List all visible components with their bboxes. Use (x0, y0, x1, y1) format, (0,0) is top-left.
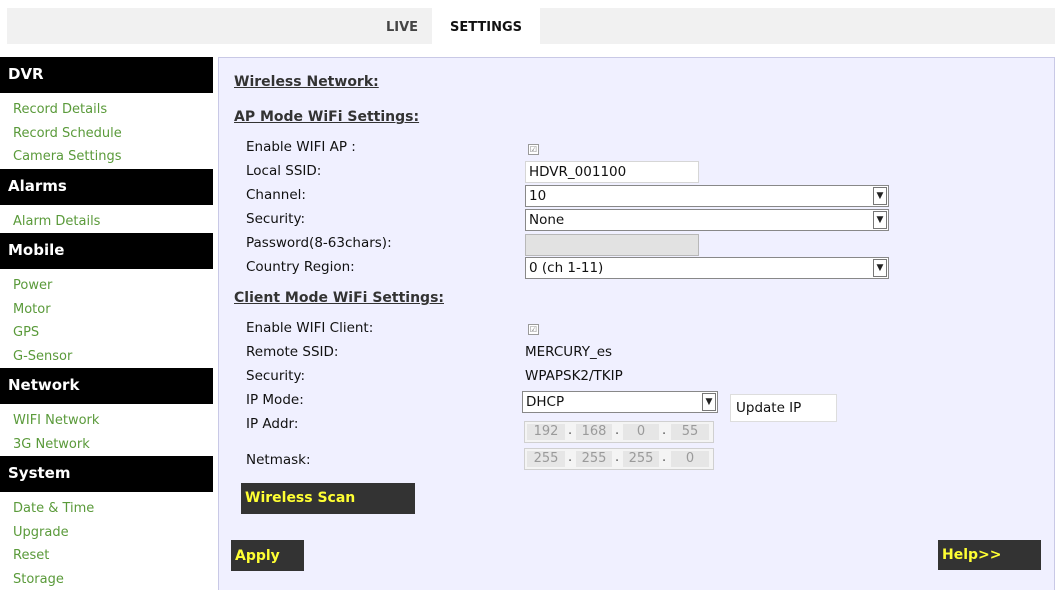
sidebar-section-mobile: Mobile (0, 233, 213, 269)
sidebar-section-dvr: DVR (0, 57, 213, 93)
ip-octet-1[interactable]: 192 (527, 424, 565, 440)
netmask-octet-4[interactable]: 0 (671, 451, 709, 467)
netmask-octet-1[interactable]: 255 (527, 451, 565, 467)
sidebar-section-alarms: Alarms (0, 168, 213, 205)
ip-dot: . (662, 423, 667, 438)
remote-ssid-label: Remote SSID: (246, 344, 339, 360)
sidebar-section-system: System (0, 456, 213, 492)
netmask-label: Netmask: (246, 452, 311, 468)
tab-settings[interactable]: SETTINGS (432, 8, 540, 44)
local-ssid-input[interactable]: HDVR_001100 (525, 161, 699, 183)
ip-dot: . (568, 423, 573, 438)
client-security-label: Security: (246, 368, 306, 384)
client-security-value: WPAPSK2/TKIP (525, 368, 623, 384)
help-button[interactable]: Help>> (938, 540, 1041, 570)
sidebar: DVR Record Details Record Schedule Camer… (0, 57, 213, 590)
netmask-octet-3[interactable]: 255 (623, 451, 659, 467)
netmask-octet-2[interactable]: 255 (576, 451, 612, 467)
ip-dot: . (615, 423, 620, 438)
sidebar-item-gps[interactable]: GPS (0, 321, 213, 345)
enable-wifi-client-label: Enable WIFI Client: (246, 320, 374, 336)
wireless-scan-button[interactable]: Wireless Scan (241, 483, 415, 514)
enable-wifi-ap-checkbox[interactable]: ☑ (528, 144, 539, 155)
ip-octet-2[interactable]: 168 (576, 424, 612, 440)
sidebar-item-date-time[interactable]: Date & Time (0, 497, 213, 521)
client-mode-heading: Client Mode WiFi Settings: (234, 290, 444, 306)
ap-mode-heading: AP Mode WiFi Settings: (234, 109, 420, 125)
country-region-select-value: 0 (ch 1-11) (529, 260, 604, 276)
check-icon: ☑ (529, 325, 538, 334)
channel-select-value: 10 (529, 188, 547, 204)
ip-mode-select-value: DHCP (526, 394, 565, 410)
local-ssid-label: Local SSID: (246, 163, 322, 179)
chevron-down-icon[interactable]: ▼ (873, 211, 887, 229)
chevron-down-icon[interactable]: ▼ (873, 259, 887, 277)
password-label: Password(8-63chars): (246, 235, 392, 251)
country-region-select[interactable]: 0 (ch 1-11) ▼ (525, 257, 889, 279)
tab-live[interactable]: LIVE (372, 8, 432, 44)
country-region-label: Country Region: (246, 259, 355, 275)
ip-mode-select[interactable]: DHCP ▼ (522, 391, 718, 413)
ip-addr-label: IP Addr: (246, 416, 299, 432)
chevron-down-icon[interactable]: ▼ (873, 187, 887, 205)
channel-select[interactable]: 10 ▼ (525, 185, 889, 207)
netmask-dot: . (615, 450, 620, 465)
ip-mode-label: IP Mode: (246, 392, 304, 408)
sidebar-item-3g-network[interactable]: 3G Network (0, 433, 213, 457)
sidebar-item-wifi-network[interactable]: WIFI Network (0, 409, 213, 433)
netmask-dot: . (662, 450, 667, 465)
sidebar-item-motor[interactable]: Motor (0, 298, 213, 322)
page-title: Wireless Network: (234, 74, 379, 90)
password-input[interactable] (525, 234, 699, 256)
enable-wifi-ap-label: Enable WIFI AP : (246, 139, 356, 155)
sidebar-item-record-details[interactable]: Record Details (0, 98, 213, 122)
check-icon: ☑ (529, 145, 538, 154)
netmask-dot: . (568, 450, 573, 465)
wireless-network-panel: Wireless Network: AP Mode WiFi Settings:… (218, 57, 1055, 590)
ip-octet-3[interactable]: 0 (623, 424, 659, 440)
ip-addr-field[interactable]: 192 . 168 . 0 . 55 (524, 421, 714, 443)
sidebar-item-camera-settings[interactable]: Camera Settings (0, 145, 213, 169)
update-ip-button[interactable]: Update IP (730, 394, 837, 422)
ap-security-select-value: None (529, 212, 565, 228)
apply-button[interactable]: Apply (231, 540, 304, 571)
channel-label: Channel: (246, 187, 306, 203)
sidebar-item-reset[interactable]: Reset (0, 544, 213, 568)
chevron-down-icon[interactable]: ▼ (702, 393, 716, 411)
sidebar-item-upgrade[interactable]: Upgrade (0, 521, 213, 545)
remote-ssid-value: MERCURY_es (525, 344, 613, 360)
ap-security-select[interactable]: None ▼ (525, 209, 889, 231)
sidebar-item-alarm-details[interactable]: Alarm Details (0, 210, 213, 234)
ap-security-label: Security: (246, 211, 306, 227)
sidebar-item-g-sensor[interactable]: G-Sensor (0, 345, 213, 369)
enable-wifi-client-checkbox[interactable]: ☑ (528, 324, 539, 335)
ip-octet-4[interactable]: 55 (671, 424, 709, 440)
netmask-field[interactable]: 255 . 255 . 255 . 0 (524, 448, 714, 470)
sidebar-item-storage[interactable]: Storage (0, 568, 213, 590)
sidebar-item-record-schedule[interactable]: Record Schedule (0, 122, 213, 146)
sidebar-item-power[interactable]: Power (0, 274, 213, 298)
sidebar-section-network: Network (0, 368, 213, 404)
